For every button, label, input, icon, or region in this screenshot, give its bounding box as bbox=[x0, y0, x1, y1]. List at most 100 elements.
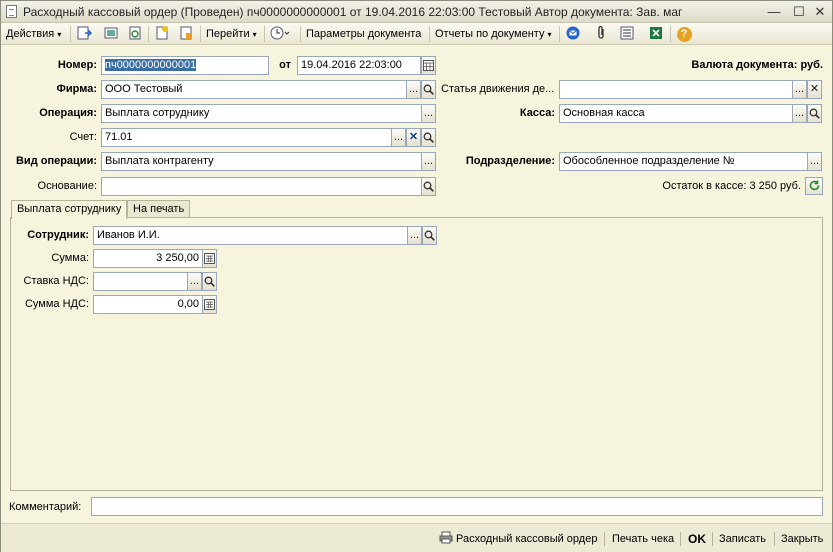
clock-icon bbox=[270, 26, 290, 40]
toolbar-divider bbox=[300, 26, 301, 42]
article-field[interactable] bbox=[559, 80, 793, 99]
post-close-icon bbox=[77, 26, 93, 40]
cash-balance-text: Остаток в кассе: 3 250 руб. bbox=[662, 180, 801, 192]
kassa-field[interactable]: Основная касса bbox=[559, 104, 793, 123]
calculator-icon bbox=[204, 253, 215, 264]
division-label: Подразделение: bbox=[465, 155, 555, 167]
refresh-balance-button[interactable] bbox=[805, 177, 823, 195]
mail-icon bbox=[566, 26, 580, 40]
document-refresh-icon bbox=[129, 26, 141, 40]
save-button[interactable]: Записать bbox=[719, 531, 766, 547]
refresh-icon bbox=[809, 180, 819, 191]
article-select-button[interactable]: ... bbox=[792, 80, 807, 99]
toolbar-divider bbox=[200, 26, 201, 42]
refresh-doc-button[interactable] bbox=[126, 25, 144, 43]
comment-field[interactable] bbox=[91, 497, 823, 516]
history-menu-button[interactable] bbox=[268, 25, 292, 43]
tab-print[interactable]: На печать bbox=[127, 200, 191, 218]
op-type-label: Вид операции: bbox=[15, 155, 97, 167]
actions-menu-button[interactable]: Действия ▾ bbox=[6, 25, 61, 43]
chevron-down-icon: ▾ bbox=[547, 30, 552, 39]
basis-open-button[interactable] bbox=[421, 177, 436, 196]
division-select-button[interactable]: ... bbox=[807, 152, 822, 171]
list-view-button[interactable] bbox=[618, 25, 636, 43]
list-icon bbox=[620, 26, 634, 40]
document-icon bbox=[6, 5, 17, 18]
vat-rate-select-button[interactable]: ... bbox=[187, 272, 202, 291]
article-clear-button[interactable]: ✕ bbox=[807, 80, 822, 99]
calculator-icon bbox=[204, 299, 215, 310]
sum-label: Сумма: bbox=[51, 252, 89, 264]
minimize-button[interactable]: — bbox=[765, 3, 783, 20]
op-type-select-button[interactable]: ... bbox=[421, 152, 436, 171]
tab-employee-payment[interactable]: Выплата сотруднику bbox=[11, 200, 128, 219]
employee-select-button[interactable]: ... bbox=[407, 226, 422, 245]
reports-menu-button[interactable]: Отчеты по документу ▾ bbox=[435, 25, 552, 43]
sum-calculator-button[interactable] bbox=[202, 249, 217, 268]
account-select-button[interactable]: ... bbox=[391, 128, 406, 147]
account-open-button[interactable] bbox=[421, 128, 436, 147]
search-icon bbox=[809, 108, 820, 119]
action-divider bbox=[604, 532, 605, 546]
account-field[interactable]: 71.01 bbox=[101, 128, 392, 147]
account-label: Счет: bbox=[69, 131, 97, 143]
number-value: пч0000000000001 bbox=[105, 59, 197, 71]
help-button[interactable]: ? bbox=[675, 25, 693, 43]
excel-icon bbox=[650, 27, 662, 39]
firm-open-button[interactable] bbox=[421, 80, 436, 99]
number-field[interactable]: пч0000000000001 bbox=[101, 56, 269, 75]
document-params-button[interactable]: Параметры документа bbox=[306, 25, 421, 43]
attach-button[interactable] bbox=[592, 25, 610, 43]
currency-text: Валюта документа: руб. bbox=[691, 59, 823, 71]
operation-select-button[interactable]: ... bbox=[421, 104, 436, 123]
print-check-button[interactable]: Печать чека bbox=[612, 531, 674, 547]
comment-label: Комментарий: bbox=[9, 501, 82, 513]
search-icon bbox=[424, 230, 435, 241]
print-order-button[interactable]: Расходный кассовый ордер bbox=[439, 531, 597, 547]
vat-rate-field[interactable] bbox=[93, 272, 188, 291]
search-icon bbox=[423, 181, 434, 192]
search-icon bbox=[204, 276, 215, 287]
action-divider bbox=[680, 532, 681, 546]
vat-sum-calculator-button[interactable] bbox=[202, 295, 217, 314]
firm-select-button[interactable]: ... bbox=[406, 80, 421, 99]
operation-field[interactable]: Выплата сотруднику bbox=[101, 104, 422, 123]
action-divider bbox=[774, 532, 775, 546]
calendar-button[interactable] bbox=[421, 56, 436, 75]
search-icon bbox=[423, 84, 434, 95]
toolbar-divider bbox=[264, 26, 265, 42]
date-label: от bbox=[279, 59, 291, 71]
mail-button[interactable] bbox=[564, 25, 582, 43]
post-and-close-button[interactable] bbox=[75, 25, 93, 43]
basis-field[interactable] bbox=[101, 177, 422, 196]
goto-menu-label: Перейти bbox=[206, 28, 250, 40]
employee-field[interactable]: Иванов И.И. bbox=[93, 226, 408, 245]
employee-open-button[interactable] bbox=[422, 226, 437, 245]
printer-icon bbox=[439, 531, 453, 544]
date-field[interactable]: 19.04.2016 22:03:00 bbox=[297, 56, 421, 75]
close-button[interactable]: Закрыть bbox=[781, 531, 823, 547]
post-button[interactable] bbox=[102, 25, 120, 43]
number-label: Номер: bbox=[57, 59, 97, 71]
ok-button[interactable]: OK bbox=[688, 531, 706, 547]
reports-menu-label: Отчеты по документу bbox=[435, 28, 545, 40]
structure-button[interactable] bbox=[177, 25, 195, 43]
vat-rate-label: Ставка НДС: bbox=[23, 275, 89, 287]
firm-field[interactable]: ООО Тестовый bbox=[101, 80, 407, 99]
account-clear-button[interactable]: ✕ bbox=[406, 128, 421, 147]
vat-sum-field[interactable]: 0,00 bbox=[93, 295, 203, 314]
toolbar-divider bbox=[70, 26, 71, 42]
op-type-field[interactable]: Выплата контрагенту bbox=[101, 152, 422, 171]
vat-rate-open-button[interactable] bbox=[202, 272, 217, 291]
kassa-select-button[interactable]: ... bbox=[792, 104, 807, 123]
maximize-button[interactable]: ☐ bbox=[790, 3, 808, 20]
division-field[interactable]: Обособленное подразделение № bbox=[559, 152, 808, 171]
goto-menu-button[interactable]: Перейти ▾ bbox=[206, 25, 257, 43]
document-window: Расходный кассовый ордер (Проведен) пч00… bbox=[0, 0, 833, 552]
excel-export-button[interactable] bbox=[647, 25, 665, 43]
close-window-button[interactable]: ✕ bbox=[811, 3, 829, 20]
vat-sum-label: Сумма НДС: bbox=[24, 298, 89, 310]
based-on-button[interactable] bbox=[153, 25, 171, 43]
kassa-open-button[interactable] bbox=[807, 104, 822, 123]
sum-field[interactable]: 3 250,00 bbox=[93, 249, 203, 268]
